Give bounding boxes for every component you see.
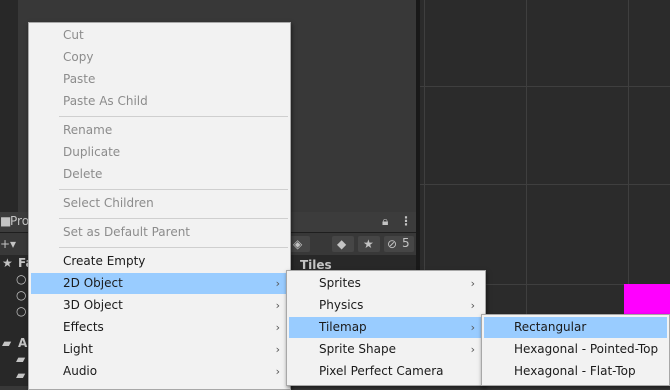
submenu-2d-object: Sprites › Physics › Tilemap › Sprite Shape ›… [286,270,486,386]
menu-item-label: Set as Default Parent [63,225,191,239]
tag-icon: ◆ [337,237,347,251]
folder-icon: ▰ [2,336,12,350]
menu-item-label: 3D Object [63,298,123,312]
menu-item-label: Light [63,342,93,356]
scene-grid-line [420,86,670,87]
scene-grid-line [420,184,670,185]
menu-item-label: Copy [63,50,94,64]
menu-separator [59,247,288,248]
menu-item-light[interactable]: Light › [31,339,288,360]
menu-item-pixel-perfect-camera[interactable]: Pixel Perfect Camera [289,361,483,382]
star-icon: ★ [2,256,13,270]
menu-item-physics[interactable]: Physics › [289,295,483,316]
menu-item-label: Rename [63,123,113,137]
menu-item-effects[interactable]: Effects › [31,317,288,338]
chevron-right-icon: › [470,343,475,356]
menu-item-delete[interactable]: Delete [31,164,288,185]
menu-item-select-children[interactable]: Select Children [31,193,288,214]
star-icon: ★ [363,237,374,251]
menu-item-tilemap[interactable]: Tilemap › [289,317,483,338]
menu-item-label: Tilemap [319,320,367,334]
chevron-right-icon: › [275,277,280,290]
menu-item-create-empty[interactable]: Create Empty [31,251,288,272]
menu-item-rename[interactable]: Rename [31,120,288,141]
search-icon[interactable]: ○ [16,288,26,302]
lock-icon[interactable]: 🔒︎ [382,214,388,228]
create-dropdown-icon[interactable]: +▾ [0,237,16,251]
type-filter-icon: ◈ [293,237,303,251]
search-by-label-button[interactable]: ◆ [332,236,354,252]
menu-item-label: Sprite Shape [319,342,396,356]
menu-item-sprite-shape[interactable]: Sprite Shape › [289,339,483,360]
menu-item-paste[interactable]: Paste [31,69,288,90]
menu-item-rectangular[interactable]: Rectangular [484,317,667,338]
hidden-packages-button[interactable]: ⊘ 5 [384,236,414,252]
menu-item-label: Paste As Child [63,94,148,108]
hidden-count: 5 [402,236,410,250]
menu-item-label: Hexagonal - Pointed-Top [514,342,659,356]
menu-item-label: Create Empty [63,254,146,268]
menu-item-label: Effects [63,320,104,334]
menu-item-label: Select Children [63,196,154,210]
menu-item-cut[interactable]: Cut [31,25,288,46]
menu-item-label: Duplicate [63,145,121,159]
menu-separator [59,218,288,219]
menu-item-paste-as-child[interactable]: Paste As Child [31,91,288,112]
folder-icon: ▰ [16,352,26,366]
chevron-right-icon: › [275,365,280,378]
chevron-right-icon: › [470,277,475,290]
menu-item-label: Paste [63,72,96,86]
search-icon[interactable]: ○ [16,272,26,286]
chevron-right-icon: › [275,343,280,356]
chevron-right-icon: › [275,299,280,312]
assets-label[interactable]: A [18,336,27,350]
menu-item-label: Hexagonal - Flat-Top [514,364,636,378]
menu-item-label: Audio [63,364,98,378]
menu-item-audio[interactable]: Audio › [31,361,288,382]
menu-item-label: Pixel Perfect Camera [319,364,444,378]
kebab-menu-icon[interactable]: ⋮ [400,214,412,228]
magenta-tile [624,284,670,314]
menu-separator [59,189,288,190]
eye-slash-icon: ⊘ [387,237,398,251]
menu-item-duplicate[interactable]: Duplicate [31,142,288,163]
chevron-right-icon: › [275,321,280,334]
context-menu: Cut Copy Paste Paste As Child Rename Dup… [28,22,291,390]
menu-item-2d-object[interactable]: 2D Object › [31,273,288,294]
chevron-right-icon: › [470,321,475,334]
menu-item-label: Sprites [319,276,361,290]
menu-item-label: Rectangular [514,320,587,334]
submenu-tilemap: Rectangular Hexagonal - Pointed-Top Hexa… [481,314,670,386]
menu-item-3d-object[interactable]: 3D Object › [31,295,288,316]
search-icon[interactable]: ○ [16,304,26,318]
menu-item-label: Physics [319,298,364,312]
menu-separator [59,116,288,117]
menu-item-hexagonal-pointed-top[interactable]: Hexagonal - Pointed-Top [484,339,667,360]
menu-item-copy[interactable]: Copy [31,47,288,68]
chevron-right-icon: › [470,299,475,312]
menu-item-hexagonal-flat-top[interactable]: Hexagonal - Flat-Top [484,361,667,382]
favorites-button[interactable]: ★ [358,236,380,252]
menu-item-label: 2D Object [63,276,123,290]
menu-item-label: Cut [63,28,84,42]
folder-icon: ▰ [16,368,26,382]
menu-item-set-default-parent[interactable]: Set as Default Parent [31,222,288,243]
menu-item-sprites[interactable]: Sprites › [289,273,483,294]
search-by-type-button[interactable]: ◈ [288,236,310,252]
menu-item-label: Delete [63,167,103,181]
